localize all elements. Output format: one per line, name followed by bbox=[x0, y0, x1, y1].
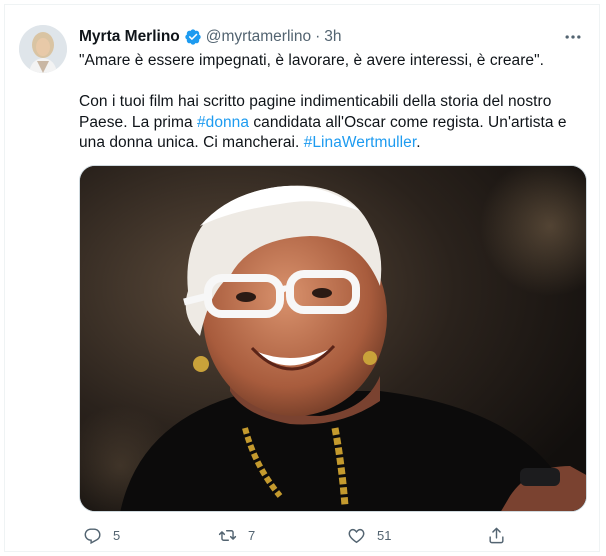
author-name[interactable]: Myrta Merlino bbox=[79, 28, 180, 46]
tweet-actions: 5 7 51 bbox=[79, 524, 539, 546]
reply-count: 5 bbox=[113, 527, 121, 543]
tweet-header: Myrta Merlino @myrtamerlino · 3h bbox=[79, 26, 585, 48]
separator-dot: · bbox=[315, 28, 321, 45]
share-button[interactable] bbox=[487, 526, 506, 545]
author-handle[interactable]: @myrtamerlino bbox=[206, 28, 311, 46]
tweet-card[interactable]: Myrta Merlino @myrtamerlino · 3h "Amare … bbox=[4, 4, 600, 552]
reply-button[interactable]: 5 bbox=[83, 526, 120, 545]
share-icon bbox=[489, 527, 504, 543]
hashtag-donna[interactable]: #donna bbox=[197, 114, 249, 131]
tweet-quote: "Amare è essere impegnati, è lavorare, è… bbox=[79, 52, 544, 69]
verified-badge-icon bbox=[184, 28, 202, 46]
reply-icon bbox=[84, 527, 101, 544]
like-button[interactable]: 51 bbox=[347, 526, 391, 545]
retweet-button[interactable]: 7 bbox=[218, 526, 255, 545]
tweet-timestamp[interactable]: 3h bbox=[324, 28, 341, 46]
retweet-icon bbox=[218, 529, 237, 541]
tweet-text: "Amare è essere impegnati, è lavorare, è… bbox=[79, 51, 587, 154]
retweet-count: 7 bbox=[248, 527, 256, 543]
more-options-icon[interactable] bbox=[561, 27, 585, 47]
tweet-body-part3: . bbox=[416, 134, 421, 151]
hashtag-linawertmuller[interactable]: #LinaWertmuller bbox=[304, 134, 416, 151]
avatar[interactable] bbox=[19, 25, 67, 73]
heart-icon bbox=[348, 528, 365, 543]
tweet-body: Con i tuoi film hai scritto pagine indim… bbox=[79, 92, 587, 154]
tweet-photo[interactable] bbox=[79, 165, 587, 512]
like-count: 51 bbox=[377, 527, 392, 543]
